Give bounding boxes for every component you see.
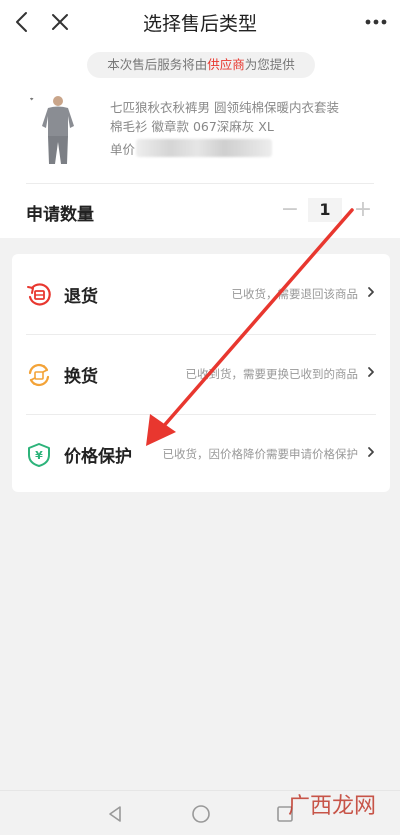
divider (26, 183, 374, 184)
option-title: 价格保护 (64, 447, 132, 467)
service-provider-notice: 本次售后服务将由供应商为您提供 (87, 52, 315, 78)
aftersale-type-list: 退货 已收货，需要退回该商品 换货 已收到货，需要更换已收到的商品 ¥ 价格保护… (12, 254, 390, 492)
quantity-increase-button[interactable]: + (352, 196, 374, 224)
system-back-button[interactable] (102, 801, 128, 827)
circle-home-icon (192, 805, 210, 823)
system-home-button[interactable] (188, 801, 214, 827)
option-description: 已收货，需要退回该商品 (231, 287, 359, 301)
option-return[interactable]: 退货 已收货，需要退回该商品 (12, 254, 390, 334)
product-info: ⌖ 七匹狼秋衣秋裤男 圆领纯棉保暖内衣套装棉毛衫 徽章款 067深麻灰 XL 单… (0, 92, 400, 172)
notice-suffix: 为您提供 (244, 57, 295, 72)
option-exchange[interactable]: 换货 已收到货，需要更换已收到的商品 (12, 334, 390, 414)
option-description: 已收货，因价格降价需要申请价格保护 (162, 447, 359, 461)
option-price-protection[interactable]: ¥ 价格保护 已收货，因价格降价需要申请价格保护 (12, 414, 390, 494)
watermark-text: 广西龙网 (287, 794, 376, 819)
chevron-right-icon (368, 447, 374, 457)
option-title: 换货 (64, 367, 98, 387)
chevron-right-icon (368, 287, 374, 297)
more-horizontal-icon (365, 19, 387, 25)
navbar: 选择售后类型 (0, 0, 400, 44)
quantity-value[interactable]: 1 (308, 198, 342, 222)
svg-text:¥: ¥ (35, 449, 43, 462)
price-protect-icon: ¥ (28, 443, 50, 467)
quantity-row: 申请数量 − 1 + (0, 190, 400, 232)
more-button[interactable] (362, 8, 390, 36)
option-description: 已收到货，需要更换已收到的商品 (185, 367, 359, 381)
exchange-icon (28, 363, 50, 387)
page-title: 选择售后类型 (142, 13, 257, 35)
product-price-label: 单价 (110, 142, 136, 157)
notice-prefix: 本次售后服务将由 (107, 57, 208, 72)
chevron-right-icon (368, 367, 374, 377)
quantity-label: 申请数量 (26, 205, 94, 225)
price-redacted (136, 139, 272, 157)
product-name: 七匹狼秋衣秋裤男 圆领纯棉保暖内衣套装棉毛衫 徽章款 067深麻灰 XL (110, 100, 339, 134)
option-title: 退货 (64, 287, 98, 307)
quantity-decrease-button[interactable]: − (280, 196, 300, 224)
watermark: 广西龙网 (288, 788, 376, 820)
notice-highlight: 供应商 (207, 57, 245, 72)
return-icon (27, 283, 51, 306)
product-image: ⌖ (28, 92, 88, 166)
triangle-back-icon (109, 806, 121, 822)
